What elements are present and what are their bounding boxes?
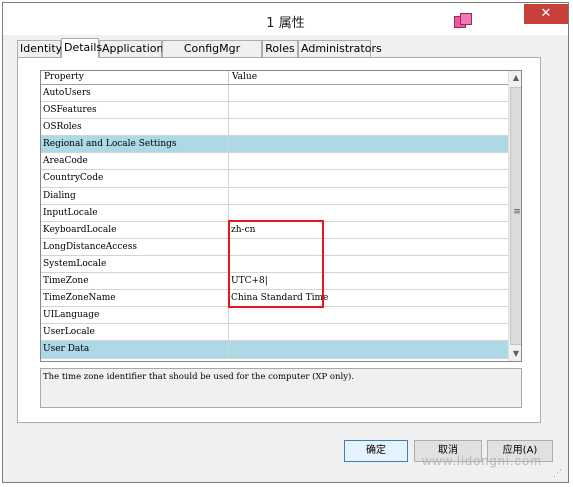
property-name-cell[interactable]: KeyboardLocale [41, 221, 229, 238]
property-name-cell[interactable]: UILanguage [41, 307, 229, 324]
property-value-cell[interactable] [229, 205, 508, 221]
property-name-cell[interactable]: LongDistanceAccess [41, 238, 229, 255]
property-value-cell[interactable]: UTC+8| [229, 273, 508, 289]
grid-rows: AutoUsers OSFeatures OSRoles Regional and L… [41, 85, 508, 359]
property-row[interactable]: TimeZone UTC+8| [41, 273, 508, 291]
section-row[interactable]: User Data [41, 341, 508, 359]
property-value-cell[interactable] [229, 119, 508, 135]
property-value-cell[interactable] [229, 188, 508, 204]
tab-roles[interactable]: Roles [262, 40, 298, 57]
tab-identity[interactable]: Identity [17, 40, 62, 57]
property-row[interactable]: LongDistanceAccess [41, 238, 508, 256]
property-name-cell[interactable]: User Data [41, 341, 229, 358]
property-row[interactable]: OSFeatures [41, 102, 508, 120]
property-row[interactable]: InputLocale [41, 204, 508, 222]
property-value-cell[interactable] [229, 324, 508, 340]
tab-administrators[interactable]: Administrators [298, 40, 382, 57]
property-row[interactable]: UILanguage [41, 307, 508, 325]
property-description: The time zone identifier that should be … [40, 368, 522, 408]
property-value-cell[interactable] [229, 307, 508, 323]
close-button[interactable]: ✕ [524, 4, 568, 24]
property-value-cell[interactable]: zh-cn [229, 222, 508, 238]
property-name-cell[interactable]: AutoUsers [41, 85, 229, 101]
property-row[interactable]: SystemLocale [41, 255, 508, 274]
property-name-cell[interactable]: SystemLocale [41, 255, 229, 272]
watermark: www.lidongni.com [422, 453, 543, 468]
property-name-cell[interactable]: CountryCode [41, 170, 229, 187]
property-name-cell[interactable]: InputLocale [41, 204, 229, 221]
column-header-property[interactable]: Property [41, 71, 229, 84]
scroll-thumb[interactable]: ≡ [510, 87, 521, 345]
property-value-cell[interactable] [229, 239, 508, 255]
property-name-cell[interactable]: OSRoles [41, 119, 229, 136]
title-bar[interactable]: 1 属性 ✕ [3, 3, 568, 35]
property-grid: Property Value AutoUsers OSFeatures OSRole… [40, 70, 522, 362]
property-name-cell[interactable]: TimeZone [41, 273, 229, 290]
property-row[interactable]: UserLocale [41, 324, 508, 342]
resize-grip-icon[interactable]: ⋰ [553, 469, 562, 479]
grid-header: Property Value [41, 71, 508, 85]
property-name-cell[interactable]: Regional and Locale Settings [41, 136, 229, 153]
property-value-cell[interactable] [229, 256, 508, 272]
property-value-cell[interactable] [229, 85, 508, 101]
property-value-cell[interactable] [229, 341, 508, 357]
grip-icon: ≡ [513, 207, 521, 217]
property-row[interactable]: KeyboardLocale zh-cn [41, 221, 508, 239]
property-row[interactable]: TimeZoneName China Standard Time [41, 290, 508, 308]
property-value-cell[interactable] [229, 102, 508, 118]
column-header-value[interactable]: Value [229, 71, 508, 84]
property-name-cell[interactable]: Dialing [41, 187, 229, 204]
tab-details[interactable]: Details [61, 38, 102, 58]
property-value-cell[interactable] [229, 170, 508, 186]
property-name-cell[interactable]: OSFeatures [41, 102, 229, 119]
tab-configmgr-packages[interactable]: ConfigMgr Packages [162, 40, 262, 70]
vertical-scrollbar[interactable]: ▲ ≡ ▼ [508, 71, 521, 361]
window-title: 1 属性 [266, 16, 305, 31]
ok-button[interactable]: 确定 [344, 440, 408, 462]
property-row[interactable]: AreaCode [41, 153, 508, 171]
property-row[interactable]: OSRoles [41, 119, 508, 137]
property-name-cell[interactable]: UserLocale [41, 324, 229, 341]
app-icon [454, 13, 474, 29]
property-value-cell[interactable] [229, 153, 508, 169]
scroll-up-icon[interactable]: ▲ [509, 71, 521, 85]
property-name-cell[interactable]: AreaCode [41, 153, 229, 170]
property-value-cell[interactable] [229, 136, 508, 152]
scroll-down-icon[interactable]: ▼ [509, 347, 521, 361]
property-row[interactable]: AutoUsers [41, 85, 508, 103]
section-row[interactable]: Regional and Locale Settings [41, 136, 508, 154]
property-row[interactable]: Dialing [41, 187, 508, 205]
property-name-cell[interactable]: TimeZoneName [41, 290, 229, 307]
property-value-cell[interactable]: China Standard Time [229, 290, 508, 306]
tab-applications[interactable]: Applications [99, 40, 169, 57]
property-row[interactable]: CountryCode [41, 170, 508, 188]
